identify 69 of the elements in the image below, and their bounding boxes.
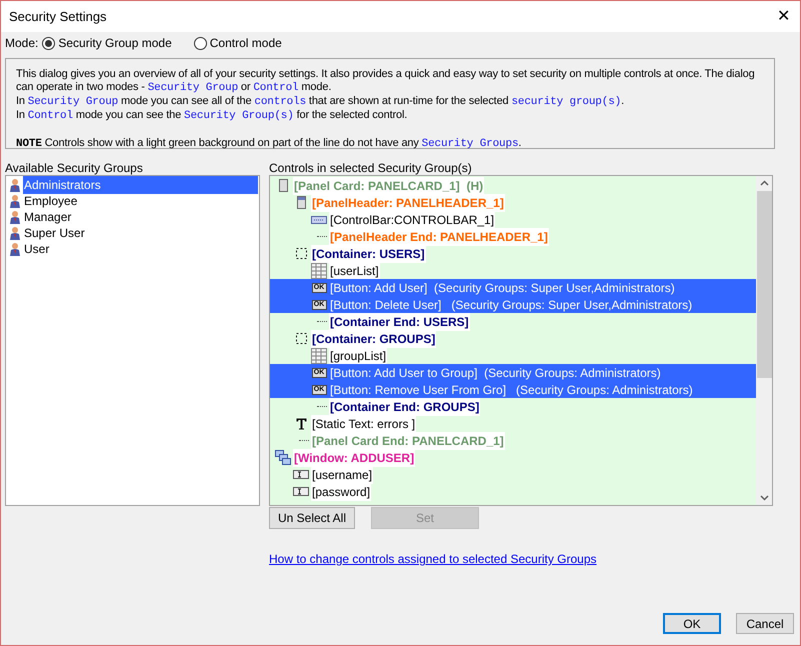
window-title: Security Settings bbox=[9, 8, 107, 26]
info-text: In Control mode you can see the Security Group(s) for the selected control. bbox=[16, 109, 408, 123]
tree-row[interactable]: [password] bbox=[270, 483, 756, 500]
tree-item-text: [Container: USERS] bbox=[311, 244, 426, 262]
group-item[interactable]: Employee bbox=[7, 193, 258, 209]
tree-item-text: [Window: ADDUSER] bbox=[293, 448, 416, 466]
tree-item-text: [ControlBar:CONTROLBAR_1] bbox=[329, 210, 496, 228]
scroll-up-icon[interactable] bbox=[760, 180, 768, 186]
tree-row[interactable]: [Container End: GROUPS] bbox=[270, 398, 756, 415]
tree-item-text: [PanelHeader: PANELHEADER_1] bbox=[311, 194, 505, 212]
controls-label: Controls in selected Security Group(s) bbox=[269, 160, 473, 175]
groups-label: Available Security Groups bbox=[5, 160, 144, 175]
tree-item-text: [Container: GROUPS] bbox=[311, 330, 436, 348]
tree-row[interactable]: [ControlBar:CONTROLBAR_1] bbox=[270, 211, 756, 228]
group-item[interactable]: Manager bbox=[7, 209, 258, 225]
user-icon bbox=[9, 226, 21, 240]
tree-item-text: [groupList] bbox=[329, 346, 388, 364]
action-button[interactable]: Un Select All bbox=[269, 507, 355, 529]
tree-item-text: [Panel Card End: PANELCARD_1] bbox=[311, 432, 505, 450]
tree-item-text: [username] bbox=[311, 466, 374, 484]
letter-t-icon bbox=[296, 418, 306, 430]
panel-icon bbox=[278, 179, 288, 192]
user-icon bbox=[9, 242, 21, 256]
tree-item-text: [Panel Card: PANELCARD_1] (H) bbox=[293, 176, 484, 194]
tree-row[interactable]: [Window: ADDUSER] bbox=[270, 449, 756, 466]
tree-item-text: [Button: Add User to Group] (Security Groups: Administrators) bbox=[329, 364, 662, 382]
text-field-icon bbox=[293, 470, 309, 479]
toolbar-icon bbox=[311, 216, 327, 224]
tree-item-text: [Container End: GROUPS] bbox=[329, 398, 480, 416]
tree-row[interactable]: [Container End: USERS] bbox=[270, 313, 756, 330]
tree-item-text: [userList] bbox=[329, 262, 380, 280]
tree-item-text: [Button: Remove User From Gro] (Security Groups: Administrators) bbox=[329, 382, 694, 398]
tree-row[interactable]: [Static Text: errors ] bbox=[270, 415, 756, 432]
group-item[interactable]: Super User bbox=[7, 225, 258, 241]
note-text: NOTE Controls show with a light green background on part of the line do not have any Security Groups. bbox=[16, 137, 522, 151]
dashed-frame-icon bbox=[296, 333, 306, 344]
user-icon bbox=[9, 210, 21, 224]
scrollbar[interactable] bbox=[756, 176, 772, 505]
group-item[interactable]: User bbox=[7, 241, 258, 257]
windows-icon bbox=[275, 450, 291, 465]
info-text: This dialog gives you an overview of all of your security settings. It also provides a quick and easy way to set security on multiple controls at once. The dialog can operate in two modes - Security Group or Control mode. bbox=[16, 68, 756, 95]
tree-item-text: [Container End: USERS] bbox=[329, 312, 470, 330]
tree-item-text: [password] bbox=[311, 482, 372, 500]
scroll-thumb[interactable] bbox=[756, 191, 772, 378]
tree-row[interactable]: [username] bbox=[270, 466, 756, 483]
tree-row[interactable]: [Container: USERS] bbox=[270, 245, 756, 262]
mode-radio[interactable]: Control mode bbox=[194, 34, 282, 52]
tree-row[interactable]: [groupList] bbox=[270, 347, 756, 364]
user-icon bbox=[9, 194, 21, 208]
tree-item-text: [Button: Add User] (Security Groups: Super User,Administrators) bbox=[329, 280, 676, 296]
scroll-down-icon[interactable] bbox=[760, 495, 768, 501]
grid-icon bbox=[311, 348, 327, 364]
user-icon bbox=[9, 178, 21, 192]
dialog-button[interactable]: Cancel bbox=[736, 613, 794, 634]
tree-row[interactable]: [Container: GROUPS] bbox=[270, 330, 756, 347]
tree-item-text: [PanelHeader End: PANELHEADER_1] bbox=[329, 228, 549, 246]
dialog-button[interactable]: OK bbox=[663, 613, 721, 634]
grid-icon bbox=[311, 262, 327, 278]
close-button[interactable]: ✕ bbox=[777, 8, 790, 24]
help-link[interactable]: How to change controls assigned to selected Security Groups bbox=[269, 550, 597, 568]
dashed-frame-icon bbox=[296, 248, 306, 259]
mode-radio[interactable]: Security Group mode bbox=[42, 34, 172, 52]
text-field-icon bbox=[293, 487, 309, 496]
panel-icon bbox=[296, 196, 306, 209]
mode-label: Mode: bbox=[5, 35, 38, 52]
tree-row[interactable]: [userList] bbox=[270, 262, 756, 279]
tree-item-text: [Button: Delete User] (Security Groups: Super User,Administrators) bbox=[329, 296, 694, 314]
tree-item-text: [Static Text: errors ] bbox=[311, 414, 416, 432]
info-text: In Security Group mode you can see all of the controls that are shown at run-time for the selected security group(s). bbox=[16, 95, 626, 109]
